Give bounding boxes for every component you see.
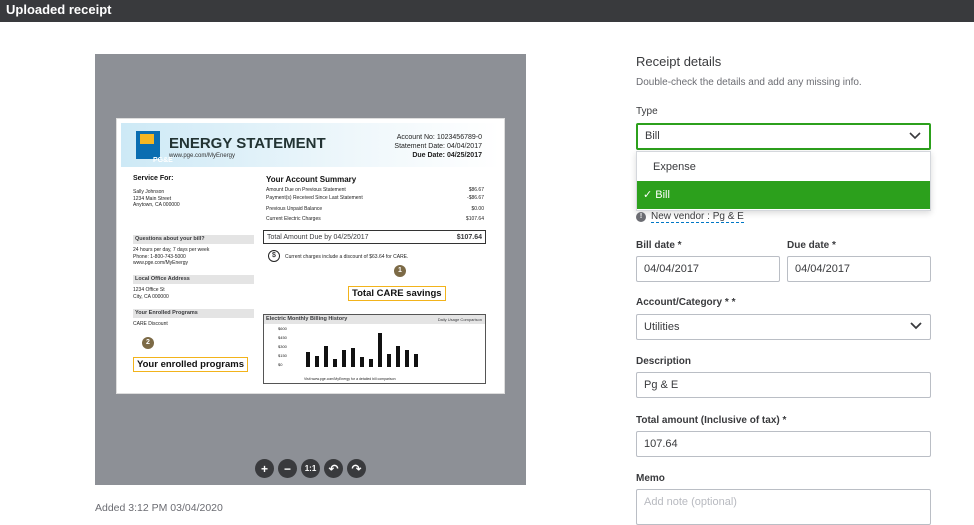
chart-title: Electric Monthly Billing History Daily Us… — [264, 315, 485, 324]
chart-y-tick: $600 — [278, 326, 287, 331]
details-title: Receipt details — [636, 54, 722, 69]
due-date-label: Due date * — [787, 240, 836, 251]
dollar-icon: $ — [268, 250, 280, 262]
total-amount-label: Total amount (Inclusive of tax) * — [636, 415, 787, 426]
zoom-out-button[interactable]: − — [278, 459, 297, 478]
bill-date-label: Bill date * — [636, 240, 682, 251]
account-select[interactable]: Utilities — [636, 314, 931, 340]
billing-history-chart: Electric Monthly Billing History Daily Us… — [263, 314, 486, 384]
bill-date-input[interactable]: 04/04/2017 — [636, 256, 780, 282]
customer-address: Sally Johnson 1234 Main Street Anytown, … — [133, 189, 180, 208]
programs-text: CARE Discount — [133, 321, 168, 327]
chart-y-tick: $0 — [278, 362, 283, 367]
chart-y-tick: $150 — [278, 353, 287, 358]
statement-url: www.pge.com/MyEnergy — [169, 153, 236, 159]
office-address: 1234 Office St City, CA 000000 — [133, 287, 169, 300]
memo-input[interactable]: Add note (optional) — [636, 489, 931, 525]
chart-bar — [306, 352, 310, 367]
chart-bar — [387, 354, 391, 367]
chart-bar — [405, 350, 409, 367]
questions-heading: Questions about your bill? — [133, 235, 254, 244]
due-date-input[interactable]: 04/04/2017 — [787, 256, 931, 282]
service-for-heading: Service For: — [133, 175, 174, 182]
chart-bar — [396, 346, 400, 367]
chart-y-tick: $300 — [278, 344, 287, 349]
summary-row: Payment(s) Received Since Last Statement… — [266, 195, 484, 201]
description-input[interactable]: Pg & E — [636, 372, 931, 398]
info-icon: ! — [636, 212, 646, 222]
total-amount-input[interactable]: 107.64 — [636, 431, 931, 457]
actual-size-button[interactable]: 1:1 — [301, 459, 320, 478]
account-label: Account/Category * * — [636, 297, 736, 308]
statement-header: PG&E ENERGY STATEMENT www.pge.com/MyEner… — [121, 123, 500, 167]
summary-heading: Your Account Summary — [266, 175, 357, 184]
chart-bar — [360, 357, 364, 367]
vendor-row: ! New vendor : Pg & E — [636, 211, 744, 223]
page-header: Uploaded receipt — [0, 0, 974, 22]
programs-heading: Your Enrolled Programs — [133, 309, 254, 318]
questions-text: 24 hours per day, 7 days per week Phone:… — [133, 247, 210, 266]
office-heading: Local Office Address — [133, 275, 254, 284]
type-dropdown: Expense ✓ Bill — [636, 151, 931, 211]
callout-enrolled-programs: Your enrolled programs — [133, 357, 248, 372]
type-option-expense[interactable]: Expense — [637, 153, 930, 181]
summary-row: Current Electric Charges $107.64 — [266, 216, 484, 222]
description-label: Description — [636, 356, 692, 367]
account-info: Account No: 1023456789-0 Statement Date:… — [394, 134, 482, 159]
receipt-image: PG&E ENERGY STATEMENT www.pge.com/MyEner… — [116, 118, 505, 394]
pge-logo-icon: PG&E — [136, 131, 173, 164]
chart-bar — [351, 348, 355, 367]
callout-badge: 1 — [394, 265, 406, 277]
discount-note: Current charges include a discount of $6… — [285, 254, 409, 260]
chart-bar — [315, 356, 319, 367]
receipt-viewer: PG&E ENERGY STATEMENT www.pge.com/MyEner… — [95, 54, 526, 485]
added-timestamp: Added 3:12 PM 03/04/2020 — [95, 502, 223, 514]
new-vendor-link[interactable]: New vendor : Pg & E — [651, 211, 744, 223]
statement-title: ENERGY STATEMENT — [169, 135, 326, 152]
summary-row: Previous Unpaid Balance $0.00 — [266, 206, 484, 212]
chart-bar — [414, 354, 418, 367]
chevron-down-icon — [910, 315, 922, 330]
rotate-right-button[interactable]: ↷ — [347, 459, 366, 478]
chart-y-tick: $450 — [278, 335, 287, 340]
callout-badge: 2 — [142, 337, 154, 349]
memo-label: Memo — [636, 473, 665, 484]
callout-care-savings: Total CARE savings — [348, 286, 446, 301]
type-select[interactable]: Bill — [636, 123, 931, 150]
summary-row: Amount Due on Previous Statement $86.67 — [266, 187, 484, 193]
page-title: Uploaded receipt — [6, 2, 112, 17]
chart-bar — [378, 333, 382, 367]
zoom-in-button[interactable]: + — [255, 459, 274, 478]
type-label: Type — [636, 106, 658, 117]
chevron-down-icon — [909, 125, 921, 140]
chart-bar — [324, 346, 328, 367]
total-due-box: Total Amount Due by 04/25/2017 $107.64 — [263, 230, 486, 244]
viewer-toolbar: + − 1:1 ↶ ↷ — [255, 459, 366, 478]
chart-bar — [333, 359, 337, 367]
chart-bar — [342, 350, 346, 367]
details-subtitle: Double-check the details and add any mis… — [636, 77, 862, 88]
chart-footer: Visit www.pge.com/MyEnergy for a detaile… — [304, 377, 396, 381]
rotate-left-button[interactable]: ↶ — [324, 459, 343, 478]
type-option-bill[interactable]: ✓ Bill — [637, 181, 930, 209]
chart-bar — [369, 359, 373, 367]
